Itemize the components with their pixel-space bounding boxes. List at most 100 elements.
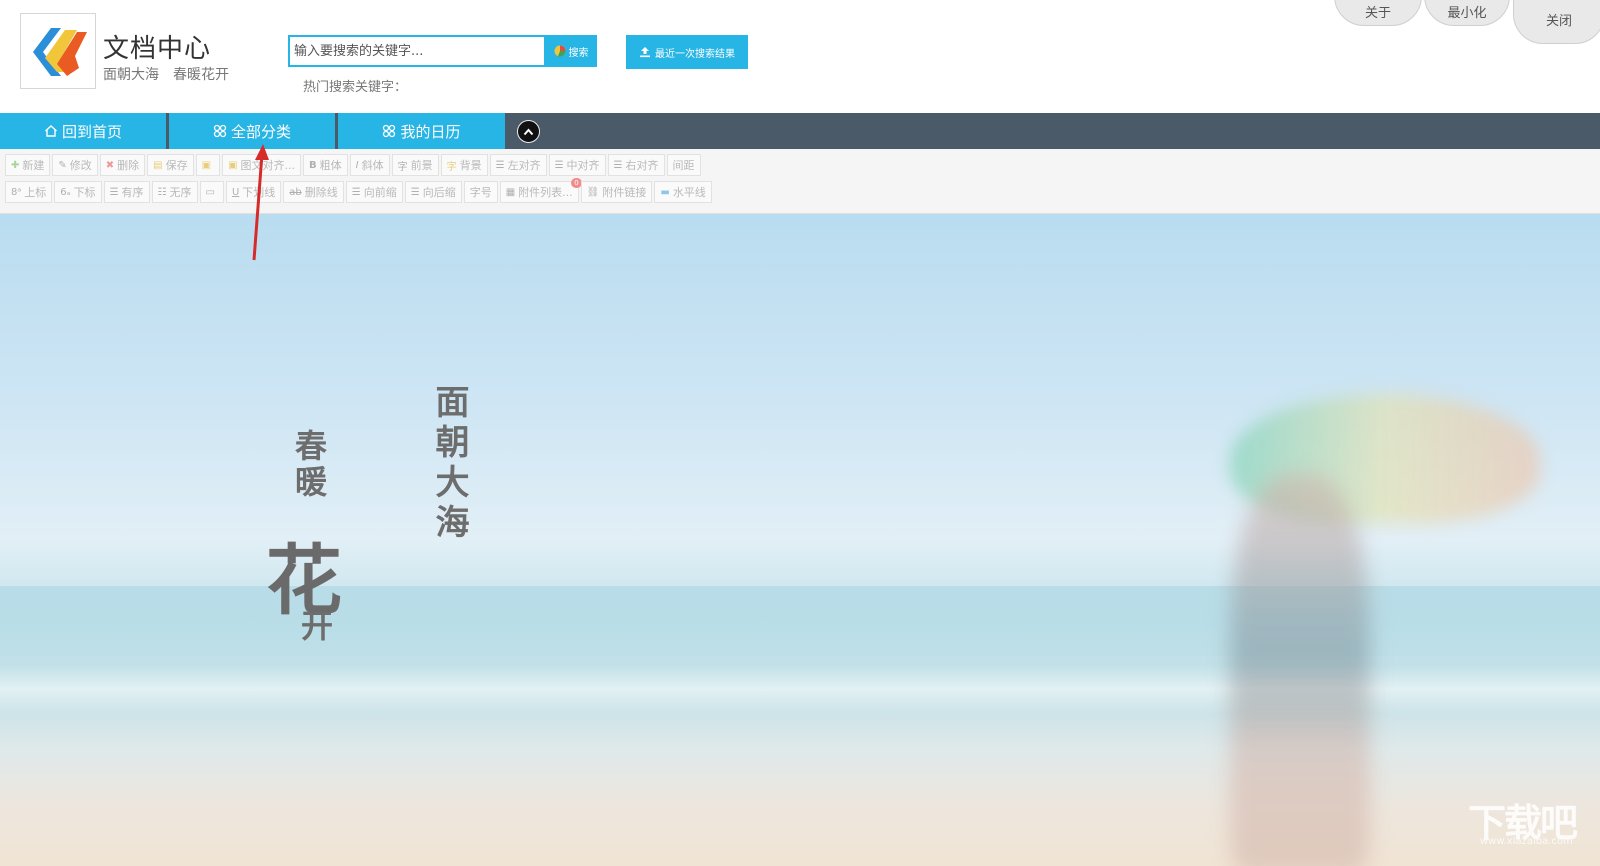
strikethrough-icon: ab — [289, 186, 302, 198]
minimize-label: 最小化 — [1447, 6, 1487, 21]
horizontal-line-label: 水平线 — [672, 186, 706, 199]
app-subtitle: 面朝大海 春暖花开 — [103, 67, 229, 83]
search-button-label: 搜索 — [568, 47, 589, 59]
edit-button[interactable]: ✎ 修改 — [52, 154, 98, 176]
underline-button[interactable]: U 下划线 — [225, 181, 282, 203]
strikethrough-label: 删除线 — [304, 186, 338, 199]
logo-icon — [33, 28, 87, 76]
tab-all-categories[interactable]: 全部分类 — [169, 113, 335, 149]
outdent-label: 向前缩 — [363, 186, 397, 199]
unordered-list-button[interactable]: ☷ 无序 — [151, 181, 198, 203]
align-left-button[interactable]: ☰ 左对齐 — [489, 154, 547, 176]
search-input[interactable] — [288, 35, 546, 67]
indent-button[interactable]: ☰ 向后缩 — [404, 181, 462, 203]
ordered-list-icon: ☰ — [109, 186, 119, 198]
border-button[interactable]: ▭ — [199, 181, 224, 203]
underline-icon: U — [231, 186, 240, 198]
close-button[interactable]: 关闭 — [1513, 0, 1600, 44]
insert-image-button[interactable]: ▣ — [195, 154, 221, 176]
attachment-link-icon: ⛓ — [586, 186, 600, 198]
hero-background: 春暖 花 开 面朝大海 下载吧 www.xiazaiba.com — [0, 214, 1600, 866]
indent-icon: ☰ — [410, 186, 420, 198]
attachment-link-button[interactable]: ⛓ 附件链接 — [580, 181, 653, 203]
outdent-icon: ☰ — [351, 186, 361, 198]
new-button[interactable]: ✚ 新建 — [5, 154, 51, 176]
font-size-button[interactable]: 字号 — [463, 181, 498, 203]
recent-search-button[interactable]: 最近一次搜索结果 — [626, 35, 748, 69]
superscript-button[interactable]: 8ᵃ 上标 — [5, 181, 53, 203]
editor-toolbar: ✚ 新建 ✎ 修改 ✖ 删除 ▤ 保存 ▣ ▣ 图文对齐... B 粗体 I 斜体 字前景 字… — [0, 149, 1600, 214]
watermark-url: www.xiazaiba.com — [1480, 836, 1573, 847]
tab-all-categories-label: 全部分类 — [230, 122, 291, 141]
subscript-button[interactable]: 6ₐ 下标 — [54, 181, 102, 203]
align-left-label: 左对齐 — [507, 159, 541, 172]
superscript-icon: 8ᵃ — [11, 186, 22, 198]
outdent-button[interactable]: ☰ 向前缩 — [345, 181, 403, 203]
save-icon: ▤ — [153, 159, 163, 171]
image-icon: ▣ — [201, 159, 212, 171]
border-icon: ▭ — [205, 186, 215, 198]
italic-button[interactable]: I 斜体 — [349, 154, 390, 176]
foreground-color-button[interactable]: 字前景 — [391, 154, 439, 176]
new-icon: ✚ — [11, 159, 20, 171]
tab-my-calendar-label: 我的日历 — [400, 122, 461, 141]
unordered-list-label: 无序 — [169, 186, 192, 199]
collapse-button[interactable] — [517, 120, 540, 143]
header: 文档中心 面朝大海 春暖花开 搜索 最近一次搜索结果 热门搜索关键字： 关于 最… — [0, 0, 1600, 113]
home-icon — [45, 125, 57, 137]
ordered-list-button[interactable]: ☰ 有序 — [103, 181, 150, 203]
nav-bar: 回到首页 全部分类 我的日历 — [0, 113, 1600, 149]
italic-label: 斜体 — [361, 159, 384, 172]
attachment-link-label: 附件链接 — [602, 186, 647, 199]
attachment-list-button[interactable]: ▦ 附件列表... 0 — [499, 178, 582, 203]
poem-right-text: 面朝大海 — [429, 384, 469, 544]
tab-home[interactable]: 回到首页 — [0, 113, 166, 149]
horizontal-line-icon: ▬ — [660, 186, 670, 198]
chevron-up-icon — [523, 127, 534, 135]
background-icon: 字 — [446, 161, 457, 173]
superscript-label: 上标 — [24, 186, 47, 199]
search-button[interactable]: 搜索 — [545, 35, 597, 67]
align-center-icon: ☰ — [554, 159, 564, 171]
save-button[interactable]: ▤ 保存 — [147, 154, 194, 176]
subscript-icon: 6ₐ — [60, 186, 71, 198]
bold-button[interactable]: B 粗体 — [303, 154, 348, 176]
align-right-label: 右对齐 — [625, 159, 659, 172]
app-title: 文档中心 — [103, 34, 212, 64]
background-color-button[interactable]: 字背景 — [440, 154, 488, 176]
about-button[interactable]: 关于 — [1334, 0, 1422, 26]
align-left-icon: ☰ — [495, 159, 505, 171]
delete-label: 删除 — [117, 159, 140, 172]
poem-left-text: 春暖 — [290, 429, 328, 501]
bold-icon: B — [309, 159, 317, 171]
image-align-icon: ▣ — [228, 159, 238, 171]
app-logo — [20, 13, 96, 89]
toolbar-row-2: 8ᵃ 上标 6ₐ 下标 ☰ 有序 ☷ 无序 ▭ U 下划线 ab 删除线 ☰ 向前缩 ☰ 向后缩… — [5, 178, 712, 203]
hot-keywords-label: 热门搜索关键字： — [303, 80, 408, 95]
attachment-list-icon: ▦ — [505, 186, 516, 198]
bold-label: 粗体 — [319, 159, 342, 172]
foreground-icon: 字 — [397, 161, 408, 173]
grid-icon — [213, 124, 227, 138]
pie-icon — [554, 45, 566, 57]
align-right-button[interactable]: ☰ 右对齐 — [607, 154, 665, 176]
edit-label: 修改 — [69, 159, 92, 172]
italic-icon: I — [355, 159, 359, 171]
new-label: 新建 — [22, 159, 45, 172]
image-align-label: 图文对齐... — [240, 159, 296, 172]
image-align-button[interactable]: ▣ 图文对齐... — [222, 154, 302, 176]
strikethrough-button[interactable]: ab 删除线 — [283, 181, 344, 203]
poem-small-character: 开 — [296, 609, 334, 641]
upload-icon — [640, 47, 650, 58]
minimize-button[interactable]: 最小化 — [1424, 0, 1510, 26]
align-center-button[interactable]: ☰ 中对齐 — [548, 154, 606, 176]
tab-my-calendar[interactable]: 我的日历 — [338, 113, 505, 149]
indent-label: 向后缩 — [422, 186, 456, 199]
delete-button[interactable]: ✖ 删除 — [99, 154, 146, 176]
subscript-label: 下标 — [73, 186, 96, 199]
toolbar-row-1: ✚ 新建 ✎ 修改 ✖ 删除 ▤ 保存 ▣ ▣ 图文对齐... B 粗体 I 斜体 字前景 字… — [5, 154, 701, 176]
ordered-list-label: 有序 — [121, 186, 144, 199]
tab-home-label: 回到首页 — [61, 122, 122, 141]
horizontal-line-button[interactable]: ▬ 水平线 — [654, 181, 712, 203]
spacing-button[interactable]: 间距 — [666, 154, 701, 176]
